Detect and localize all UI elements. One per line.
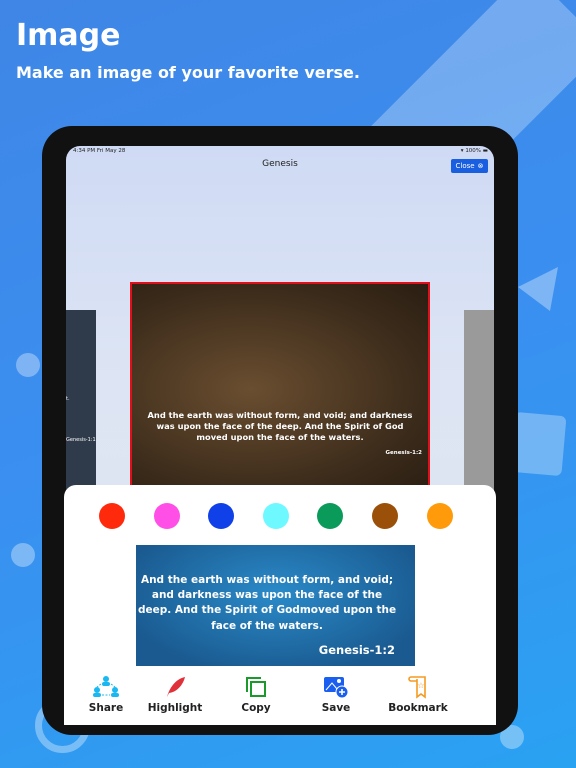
status-battery: ▾ 100% ▬ [460,148,488,154]
color-swatch[interactable] [317,503,344,529]
color-swatch[interactable] [426,503,453,529]
prev-card-reference: Genesis-1:1 [66,437,96,443]
share-icon [93,676,119,697]
prev-card-text: t. [66,396,70,402]
decor-circle [11,543,35,567]
highlight-label: Highlight [147,702,203,714]
bookmark-label: Bookmark [388,702,448,714]
prev-verse-card[interactable]: t. Genesis-1:1 [66,310,96,490]
color-swatch[interactable] [372,503,398,529]
copy-icon [246,677,266,697]
preview-verse-text: And the earth was without form, and void… [137,574,397,632]
share-button[interactable]: Share [66,675,146,714]
save-label: Save [321,702,351,714]
copy-button[interactable]: Copy [216,675,296,714]
color-swatch[interactable] [262,503,289,529]
card-reference: Genesis-1:2 [385,450,422,456]
nav-title: Genesis [262,159,298,169]
share-label: Share [88,702,124,714]
svg-text:☆: ☆ [417,681,424,690]
decor-square [509,411,567,477]
color-swatch[interactable] [153,503,180,529]
decor-triangle [518,267,558,311]
feather-icon [167,677,185,697]
verse-image-preview: And the earth was without form, and void… [136,545,415,666]
image-editor-sheet: And the earth was without form, and void… [64,485,496,725]
close-button[interactable]: Close ⊗ [451,159,488,173]
bookmark-button[interactable]: ☆ Bookmark [378,675,458,714]
color-swatch[interactable] [208,503,235,529]
page-title: Image [16,18,121,53]
close-label: Close [455,162,475,170]
page-subtitle: Make an image of your favorite verse. [16,63,360,82]
preview-reference: Genesis-1:2 [318,643,395,657]
battery-text: 100% [465,148,482,154]
verse-card-selected[interactable]: And the earth was without form, and void… [130,282,430,497]
color-swatch[interactable] [99,503,125,529]
highlight-button[interactable]: Highlight [135,675,215,714]
copy-label: Copy [241,702,271,714]
next-verse-card[interactable] [464,310,494,490]
bookmark-icon: ☆ [408,676,426,699]
status-time: 4:34 PM Fri May 28 [73,148,126,154]
decor-circle [16,353,40,377]
card-verse-text: And the earth was without form, and void… [147,410,413,442]
save-button[interactable]: Save [296,675,376,714]
save-image-icon [324,677,349,699]
close-icon: ⊗ [477,162,484,170]
